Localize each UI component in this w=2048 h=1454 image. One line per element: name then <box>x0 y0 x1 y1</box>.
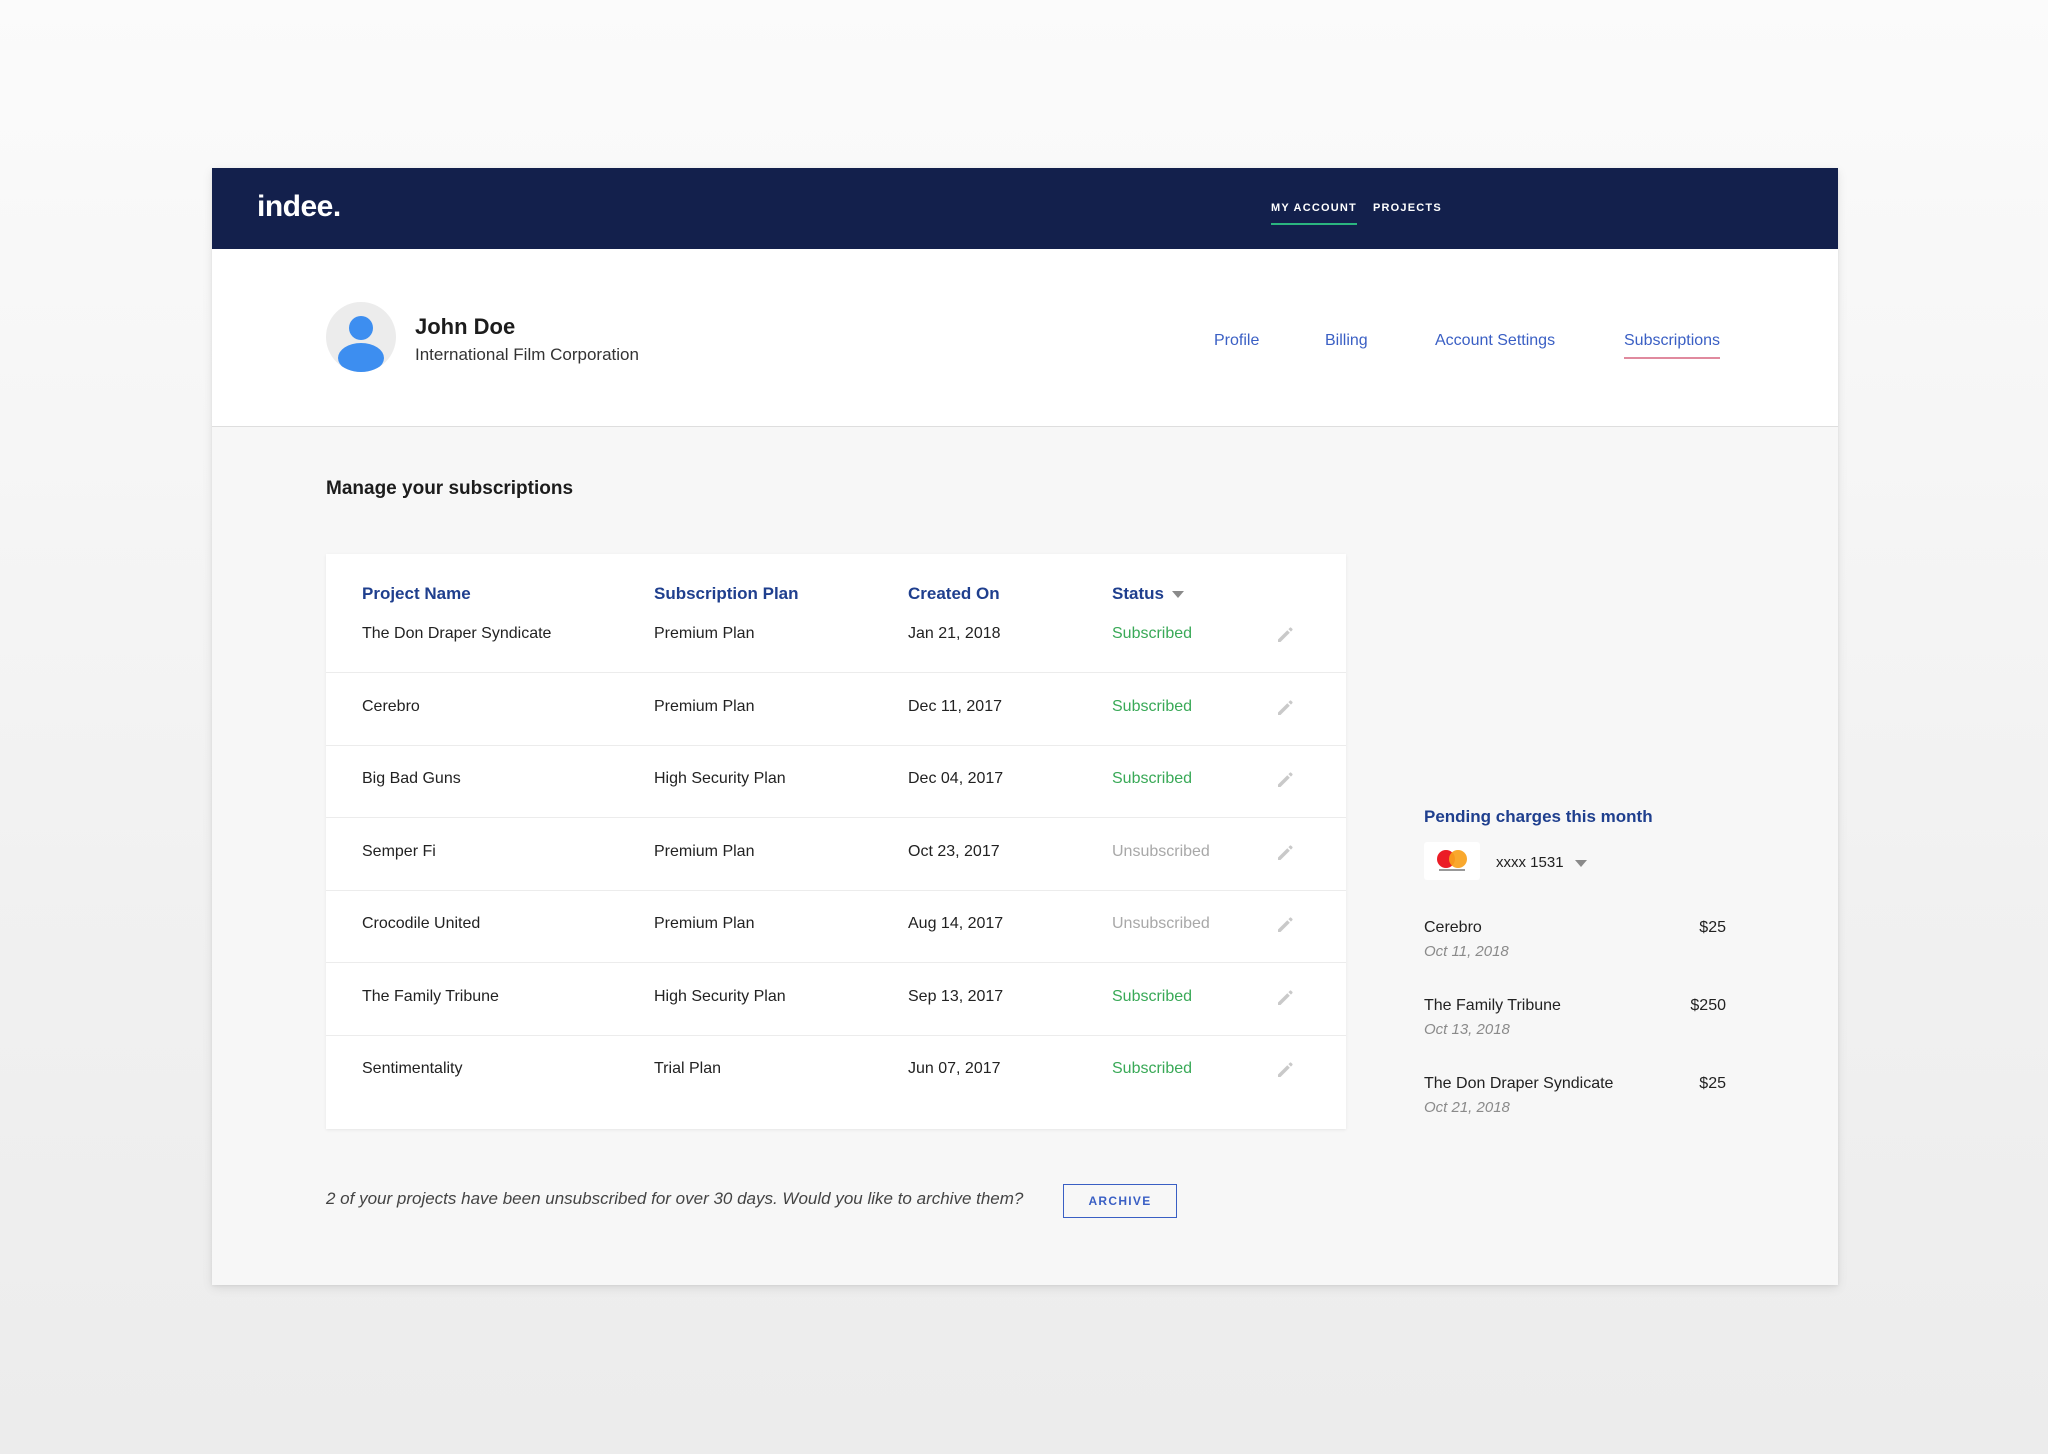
subscription-plan-cell: Trial Plan <box>654 1060 721 1077</box>
pencil-icon[interactable] <box>1274 624 1296 646</box>
charge-amount: $25 <box>1699 1075 1726 1092</box>
created-on-cell: Aug 14, 2017 <box>908 915 1004 932</box>
table-row[interactable]: The Family Tribune High Security Plan Sep … <box>326 964 1346 1036</box>
project-name-cell: Sentimentality <box>362 1060 463 1077</box>
project-name-cell: Big Bad Guns <box>362 770 461 787</box>
table-row[interactable]: The Don Draper Syndicate Premium Plan Jan … <box>326 601 1346 673</box>
created-on-cell: Dec 11, 2017 <box>908 697 1002 715</box>
subscriptions-table: Project Name Subscription Plan Created O… <box>326 554 1346 1129</box>
created-on-cell: Sep 13, 2017 <box>908 987 1004 1005</box>
sort-caret-icon[interactable] <box>1171 591 1184 599</box>
user-name: John Doe <box>415 314 516 339</box>
pencil-icon[interactable] <box>1274 769 1296 791</box>
charge-amount: $250 <box>1690 997 1726 1014</box>
card-number[interactable]: xxxx 1531 <box>1496 854 1564 871</box>
created-on-cell: Oct 23, 2017 <box>908 842 1000 860</box>
card-dropdown-caret-icon[interactable] <box>1575 860 1587 867</box>
created-on-cell: Jan 21, 2018 <box>908 625 1001 642</box>
status-cell: Unsubscribed <box>1112 915 1210 932</box>
user-organization: International Film Corporation <box>415 345 639 364</box>
table-row[interactable]: Cerebro Premium Plan Dec 11, 2017 Subscribe… <box>326 674 1346 746</box>
subscription-plan-cell: Premium Plan <box>654 625 755 642</box>
status-cell: Subscribed <box>1112 770 1193 787</box>
created-on-cell: Jun 07, 2017 <box>908 1060 1001 1077</box>
top-navbar: indee. MY ACCOUNT PROJECTS <box>212 168 1838 249</box>
charge-project-name: The Don Draper Syndicate <box>1424 1075 1614 1092</box>
account-window: indee. MY ACCOUNT PROJECTS John Doe Inte… <box>212 168 1838 1285</box>
subscription-plan-cell: Premium Plan <box>654 697 755 715</box>
table-row[interactable]: Big Bad Guns High Security Plan Dec 04, 20… <box>326 746 1346 818</box>
section-title: Manage your subscriptions <box>326 478 574 499</box>
subscription-plan-cell: High Security Plan <box>654 770 786 787</box>
status-cell: Subscribed <box>1112 1060 1193 1077</box>
status-cell: Subscribed <box>1112 625 1193 642</box>
status-cell: Subscribed <box>1112 697 1193 715</box>
project-name-cell: Semper Fi <box>362 842 436 860</box>
pending-charges-title: Pending charges this month <box>1424 807 1653 826</box>
nav-my-account[interactable]: MY ACCOUNT <box>1271 202 1357 225</box>
tab-billing[interactable]: Billing <box>1325 332 1368 350</box>
pencil-icon[interactable] <box>1274 842 1296 864</box>
created-on-cell: Dec 04, 2017 <box>908 770 1004 787</box>
payment-card-selector[interactable] <box>1424 842 1480 880</box>
archive-notice: 2 of your projects have been unsubscribe… <box>326 1189 1024 1208</box>
pencil-icon[interactable] <box>1274 987 1296 1009</box>
status-cell: Unsubscribed <box>1112 842 1210 860</box>
charge-date: Oct 11, 2018 <box>1424 943 1509 960</box>
project-name-cell: Crocodile United <box>362 915 481 932</box>
project-name-cell: The Family Tribune <box>362 987 499 1005</box>
tab-subscriptions[interactable]: Subscriptions <box>1624 332 1721 359</box>
tab-account-settings[interactable]: Account Settings <box>1435 332 1555 350</box>
user-icon <box>338 316 384 372</box>
pencil-icon[interactable] <box>1274 697 1296 719</box>
subscription-plan-cell: Premium Plan <box>654 842 755 860</box>
charge-project-name: The Family Tribune <box>1424 997 1561 1014</box>
pencil-icon[interactable] <box>1274 1059 1296 1081</box>
charge-project-name: Cerebro <box>1424 919 1482 936</box>
project-name-cell: Cerebro <box>362 697 420 715</box>
project-name-cell: The Don Draper Syndicate <box>362 625 552 642</box>
subscription-plan-cell: High Security Plan <box>654 987 786 1005</box>
table-row[interactable]: Sentimentality Trial Plan Jun 07, 2017 Subs… <box>326 1036 1346 1108</box>
profile-header: John Doe International Film Corporation … <box>212 249 1838 427</box>
pencil-icon[interactable] <box>1274 914 1296 936</box>
charge-date: Oct 13, 2018 <box>1424 1021 1510 1038</box>
status-cell: Subscribed <box>1112 987 1193 1005</box>
mastercard-icon <box>1437 850 1467 871</box>
charge-date: Oct 21, 2018 <box>1424 1099 1510 1116</box>
charge-amount: $25 <box>1699 919 1726 936</box>
tab-profile[interactable]: Profile <box>1214 332 1259 350</box>
nav-projects[interactable]: PROJECTS <box>1373 202 1442 214</box>
archive-button[interactable]: ARCHIVE <box>1063 1184 1177 1218</box>
subscription-plan-cell: Premium Plan <box>654 915 755 932</box>
brand-logo[interactable]: indee. <box>257 190 341 224</box>
table-row[interactable]: Crocodile United Premium Plan Aug 14, 2017… <box>326 891 1346 963</box>
avatar[interactable] <box>326 302 396 372</box>
table-row[interactable]: Semper Fi Premium Plan Oct 23, 2017 Unsubsc… <box>326 819 1346 891</box>
